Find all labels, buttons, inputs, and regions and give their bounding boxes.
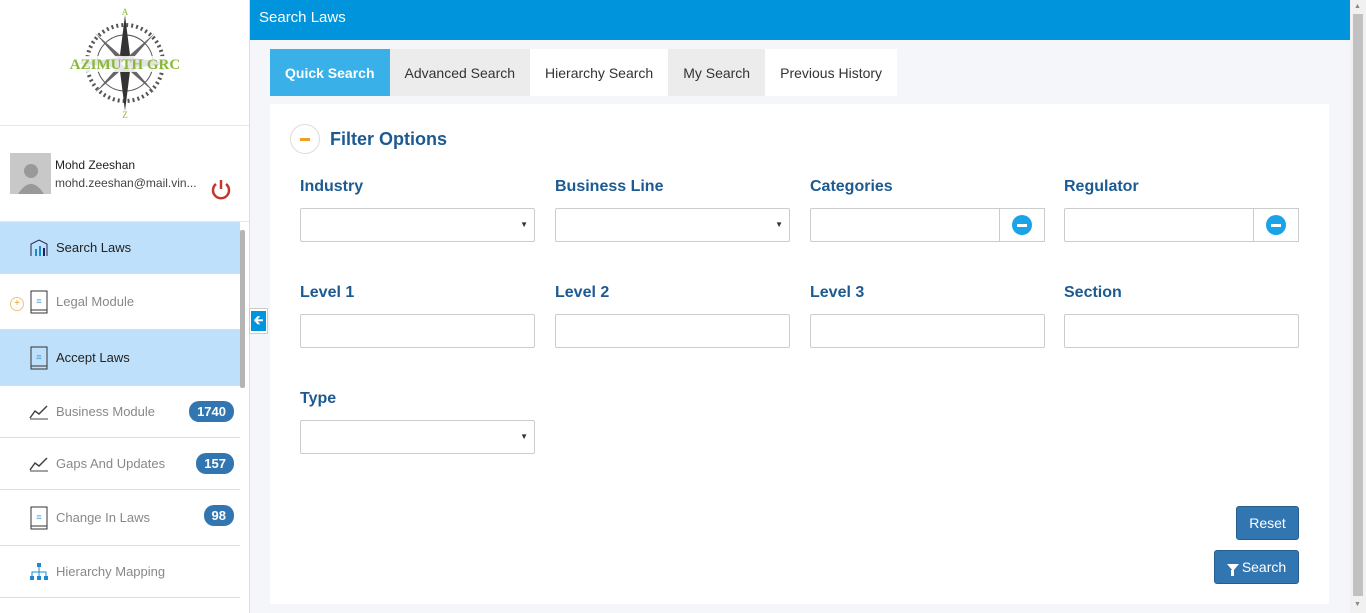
- compass-logo-icon: A Z AZIMUTH GRC: [62, 7, 187, 119]
- categories-field: Categories: [810, 178, 1045, 242]
- collapse-filter-button[interactable]: [290, 124, 320, 154]
- logo: A Z AZIMUTH GRC: [0, 0, 249, 126]
- minus-circle-icon: [1012, 215, 1032, 235]
- sidebar-item-accept-laws[interactable]: ⚖ Accept Laws: [0, 330, 240, 386]
- sidebar-item-label: Hierarchy Mapping: [56, 564, 166, 579]
- sidebar-item-label: Gaps And Updates: [56, 456, 166, 471]
- sidebar-item-label: Business Module: [56, 404, 155, 419]
- power-icon[interactable]: [209, 178, 233, 202]
- search-tabs: Quick Search Advanced Search Hierarchy S…: [270, 49, 898, 96]
- section-label: Section: [1064, 284, 1122, 301]
- sidebar-menu: Search Laws + ⚖ Legal Module ⚖ Accept La…: [0, 222, 240, 598]
- svg-text:Z: Z: [122, 110, 128, 119]
- type-field: Type ▼: [300, 390, 535, 454]
- section-field: Section: [1064, 284, 1299, 348]
- industry-label: Industry: [300, 178, 364, 195]
- business-line-label: Business Line: [555, 178, 664, 195]
- building-chart-icon: [28, 236, 50, 260]
- svg-text:⚖: ⚖: [36, 298, 42, 305]
- industry-select[interactable]: ▼: [300, 208, 535, 242]
- collapse-sidebar-button[interactable]: 🡰: [249, 308, 268, 334]
- svg-text:AZIMUTH GRC: AZIMUTH GRC: [69, 57, 179, 73]
- user-profile: Mohd Zeeshan mohd.zeeshan@mail.vin...: [0, 126, 249, 222]
- tab-previous-history[interactable]: Previous History: [765, 49, 898, 96]
- level2-label: Level 2: [555, 284, 610, 301]
- regulator-input[interactable]: [1064, 208, 1254, 242]
- page-scrollbar[interactable]: ▲ ▼: [1350, 0, 1366, 613]
- tab-hierarchy-search[interactable]: Hierarchy Search: [530, 49, 669, 96]
- caret-down-icon: ▼: [520, 432, 528, 441]
- categories-input[interactable]: [810, 208, 1000, 242]
- level1-field: Level 1: [300, 284, 535, 348]
- sidebar-item-label: Accept Laws: [56, 350, 130, 365]
- regulator-label: Regulator: [1064, 178, 1139, 195]
- sidebar-scrollbar[interactable]: [240, 230, 245, 388]
- filter-icon: [1226, 563, 1239, 576]
- sidebar-item-label: Legal Module: [56, 294, 135, 309]
- level3-label: Level 3: [810, 284, 865, 301]
- caret-down-icon: ▼: [775, 220, 783, 229]
- line-chart-icon: [28, 400, 50, 424]
- sidebar-item-hierarchy-mapping[interactable]: Hierarchy Mapping: [0, 546, 240, 598]
- business-line-field: Business Line ▼: [555, 178, 790, 242]
- sidebar: A Z AZIMUTH GRC Mohd Zeeshan mohd.zeesha…: [0, 0, 250, 613]
- reset-button[interactable]: Reset: [1236, 506, 1299, 540]
- filter-panel: Filter Options Industry ▼ Business Line …: [270, 104, 1329, 604]
- user-email: mohd.zeeshan@mail.vin...: [55, 175, 197, 190]
- level3-field: Level 3: [810, 284, 1045, 348]
- level1-label: Level 1: [300, 284, 355, 301]
- sidebar-item-label: Search Laws: [56, 240, 132, 255]
- industry-field: Industry ▼: [300, 178, 535, 242]
- search-button-label: Search: [1241, 559, 1287, 575]
- count-badge: 157: [196, 453, 234, 474]
- scroll-down-icon[interactable]: ▼: [1354, 601, 1361, 608]
- scroll-up-icon[interactable]: ▲: [1354, 3, 1361, 10]
- law-book-icon: ⚖: [28, 290, 50, 314]
- categories-clear-button[interactable]: [1000, 208, 1045, 242]
- filter-title: Filter Options: [330, 128, 447, 149]
- svg-text:⚖: ⚖: [36, 514, 42, 521]
- sidebar-item-label: Change In Laws: [56, 510, 150, 525]
- section-input[interactable]: [1064, 314, 1299, 348]
- regulator-field: Regulator: [1064, 178, 1299, 242]
- user-name: Mohd Zeeshan: [55, 157, 136, 172]
- page-header: Search Laws: [250, 0, 1350, 40]
- hierarchy-icon: [28, 560, 50, 584]
- page-title: Search Laws: [259, 9, 346, 26]
- reset-button-label: Reset: [1249, 515, 1286, 531]
- sidebar-item-legal-module[interactable]: + ⚖ Legal Module: [0, 274, 240, 330]
- level2-field: Level 2: [555, 284, 790, 348]
- law-book-icon: ⚖: [28, 506, 50, 530]
- sidebar-item-gaps-and-updates[interactable]: Gaps And Updates 157: [0, 438, 240, 490]
- level2-input[interactable]: [555, 314, 790, 348]
- arrow-left-icon: 🡰: [251, 311, 266, 331]
- regulator-clear-button[interactable]: [1254, 208, 1299, 242]
- tab-my-search[interactable]: My Search: [668, 49, 766, 96]
- scrollbar-thumb[interactable]: [1353, 14, 1363, 596]
- type-label: Type: [300, 390, 337, 407]
- plus-icon[interactable]: +: [10, 297, 24, 311]
- business-line-select[interactable]: ▼: [555, 208, 790, 242]
- categories-label: Categories: [810, 178, 893, 195]
- sidebar-item-change-in-laws[interactable]: ⚖ Change In Laws 98: [0, 490, 240, 546]
- count-badge: 98: [203, 505, 234, 526]
- tab-advanced-search[interactable]: Advanced Search: [389, 49, 531, 96]
- level1-input[interactable]: [300, 314, 535, 348]
- svg-text:⚖: ⚖: [36, 354, 42, 361]
- type-select[interactable]: ▼: [300, 420, 535, 454]
- search-button[interactable]: Search: [1214, 550, 1299, 584]
- filter-header: Filter Options: [290, 124, 447, 154]
- sidebar-item-search-laws[interactable]: Search Laws: [0, 222, 240, 274]
- avatar: [10, 153, 51, 194]
- minus-circle-icon: [1266, 215, 1286, 235]
- tab-quick-search[interactable]: Quick Search: [270, 49, 390, 96]
- line-chart-icon: [28, 452, 50, 476]
- minus-icon: [300, 137, 310, 141]
- law-book-icon: ⚖: [28, 346, 50, 370]
- level3-input[interactable]: [810, 314, 1045, 348]
- caret-down-icon: ▼: [520, 220, 528, 229]
- svg-text:A: A: [121, 7, 128, 17]
- sidebar-item-business-module[interactable]: Business Module 1740: [0, 386, 240, 438]
- count-badge: 1740: [189, 401, 234, 422]
